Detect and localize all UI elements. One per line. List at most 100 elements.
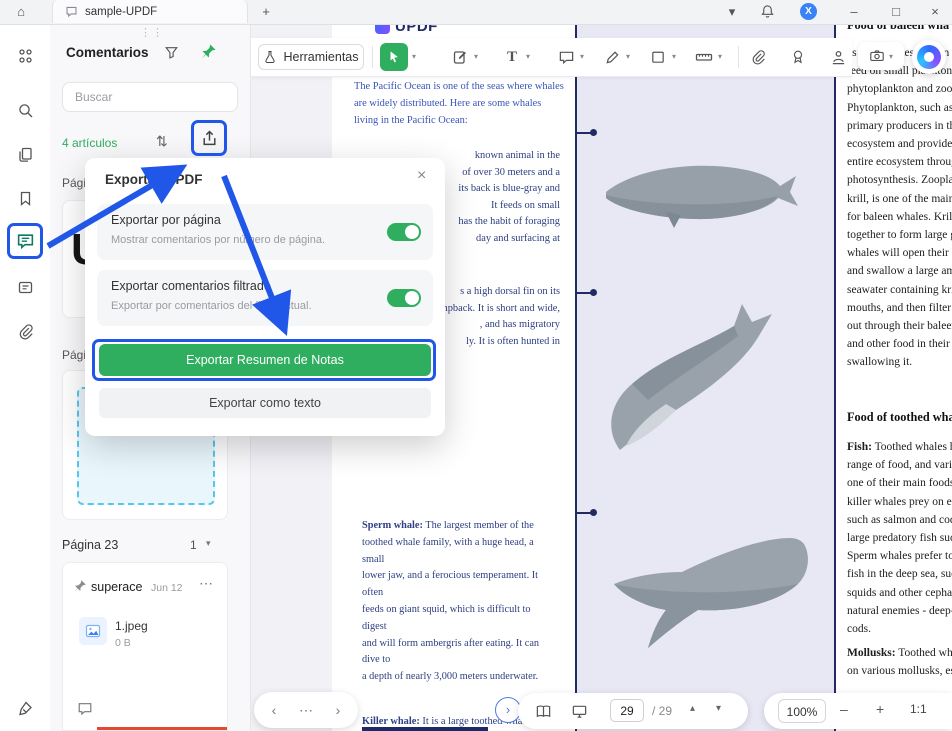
document-tab[interactable]: sample-UPDF [52, 0, 248, 23]
text-line: toothed whale family, with a huge head, … [362, 536, 534, 565]
page-23-label: Página 23 [62, 538, 119, 552]
pages-panel-icon[interactable] [13, 142, 37, 166]
screenshot-tool-button[interactable]: ▾ [858, 42, 904, 70]
export-option-row: Exportar por página Mostrar comentarios … [97, 204, 433, 260]
export-option-row: Exportar comentarios filtrado Exportar p… [97, 270, 433, 326]
option-description: Exportar por comentarios del filtro actu… [111, 300, 312, 312]
signature-tool-button[interactable] [828, 47, 848, 67]
search-panel-icon[interactable] [13, 98, 37, 122]
comment-tool-button[interactable] [556, 47, 576, 67]
reply-input-underline [97, 727, 227, 730]
sperm-whale-paragraph: Sperm whale: The largest member of the t… [362, 518, 542, 686]
export-comments-icon[interactable] [197, 126, 221, 150]
attachment-size: 0 B [115, 637, 131, 649]
filter-icon[interactable] [164, 45, 179, 60]
home-icon[interactable]: ⌂ [10, 0, 32, 24]
sort-icon[interactable]: ⇅ [156, 133, 168, 150]
zoom-in-button[interactable]: + [876, 701, 884, 717]
text-line: krill, is one of the main foo [847, 192, 952, 205]
comment-date: Jun 12 [151, 582, 183, 594]
text-line: cods. [847, 623, 871, 636]
panel-drag-handle[interactable]: ⋮⋮ [140, 26, 164, 39]
select-tool-chevron-icon[interactable]: ▾ [412, 52, 416, 61]
text-tool-chevron-icon[interactable]: ▾ [526, 52, 530, 61]
pager-prev-button[interactable]: ‹ [264, 692, 284, 728]
attachment-thumbnail[interactable] [79, 617, 107, 645]
option-toggle[interactable] [387, 223, 421, 241]
text-line: and will form ambergris after eating. It… [362, 637, 540, 666]
ai-assistant-button[interactable] [912, 40, 946, 74]
cursor-icon [390, 51, 398, 63]
account-avatar[interactable]: X [800, 3, 817, 20]
new-tab-button[interactable]: + [256, 0, 276, 24]
pager-next-button[interactable]: › [328, 692, 348, 728]
notifications-bell-icon[interactable] [760, 4, 775, 19]
pen-tool-button[interactable] [602, 47, 622, 67]
attachments-panel-icon[interactable] [13, 319, 37, 343]
text-line: whales will open their huge [847, 247, 952, 260]
shape-tool-button[interactable] [648, 47, 668, 67]
tools-button[interactable]: Herramientas [258, 44, 364, 70]
baleen-heading: Food of baleen wha [847, 24, 950, 32]
quick-tool-chevron-icon[interactable]: ▾ [474, 52, 478, 61]
tab-list-chevron-icon[interactable]: ▾ [722, 0, 742, 24]
bottom-zoom-toolbar: 100% – + 1:1 [764, 693, 952, 729]
option-toggle[interactable] [387, 289, 421, 307]
reading-mode-icon[interactable] [534, 702, 552, 720]
dialog-close-icon[interactable]: × [417, 167, 426, 185]
comment-tool-chevron-icon[interactable]: ▾ [580, 52, 584, 61]
actual-size-button[interactable]: 1:1 [910, 702, 927, 716]
export-notes-summary-button[interactable]: Exportar Resumen de Notas [99, 344, 431, 376]
select-tool-button[interactable] [380, 43, 408, 71]
bookmark-panel-icon[interactable] [13, 186, 37, 210]
updf-window: ⌂ sample-UPDF + ▾ X – □ × ⋮⋮ Comentarios… [0, 0, 952, 731]
maximize-button[interactable]: □ [884, 0, 908, 24]
text-tool-button[interactable]: T [502, 47, 522, 67]
main-toolbar: Herramientas ▾ ▾ T ▾ ▾ ▾ ▾ ▾ [250, 38, 852, 77]
fish-label: Fish: [847, 441, 872, 453]
text-line: together to form large group [847, 229, 952, 242]
attach-tool-button[interactable] [748, 47, 768, 67]
stamp-tool-button[interactable] [788, 47, 808, 67]
text-line: Phytoplankton, such as diato [847, 101, 952, 114]
baleen-paragraph: as blue whales and fin whalfeed on small… [847, 44, 952, 372]
mollusks-first-rest: Toothed whales a [898, 647, 952, 659]
pager-more-button[interactable]: ⋯ [296, 692, 316, 728]
zoom-out-button[interactable]: – [840, 701, 848, 717]
quick-tool-button[interactable] [450, 47, 470, 67]
ai-swirl-icon [917, 45, 941, 69]
ink-signature-icon[interactable] [13, 696, 37, 720]
comments-panel-icon[interactable] [13, 229, 37, 253]
measure-tool-button[interactable] [694, 47, 714, 67]
presentation-mode-icon[interactable] [570, 702, 588, 720]
mollusks-label: Mollusks: [847, 647, 896, 659]
text-line: such as salmon and cod, as [847, 513, 952, 526]
sperm-label: Sperm whale: [362, 520, 423, 531]
page-23-count: 1 [190, 538, 197, 552]
pen-tool-chevron-icon[interactable]: ▾ [626, 52, 630, 61]
column-divider [575, 24, 577, 731]
reply-bubble-icon[interactable] [77, 701, 93, 717]
previous-page-chevron-icon[interactable]: ▴ [690, 703, 695, 714]
measure-tool-chevron-icon[interactable]: ▾ [718, 52, 722, 61]
text-line: one of their main foods. For [847, 477, 952, 490]
next-page-chevron-icon[interactable]: ▾ [716, 703, 721, 714]
close-button[interactable]: × [922, 0, 948, 24]
tab-title: sample-UPDF [85, 5, 158, 18]
grid-panel-icon[interactable] [13, 44, 37, 68]
comment-card[interactable]: superace Jun 12 ⋯ 1.jpeg 0 B [62, 562, 228, 731]
comment-more-button[interactable]: ⋯ [199, 575, 213, 592]
attachment-name[interactable]: 1.jpeg [115, 619, 148, 633]
tools-button-label: Herramientas [283, 50, 359, 64]
notes-panel-icon[interactable] [13, 275, 37, 299]
shape-tool-chevron-icon[interactable]: ▾ [672, 52, 676, 61]
search-input[interactable] [62, 82, 238, 112]
zoom-level-select[interactable]: 100% [778, 699, 826, 723]
pin-icon[interactable] [200, 43, 217, 60]
page-number-input[interactable]: 29 [610, 699, 644, 722]
export-as-text-button[interactable]: Exportar como texto [99, 388, 431, 418]
callout-dot [590, 509, 597, 516]
page-total-label: / 29 [652, 704, 673, 718]
collapse-chevron-icon[interactable]: ▾ [206, 538, 211, 549]
minimize-button[interactable]: – [842, 0, 866, 24]
